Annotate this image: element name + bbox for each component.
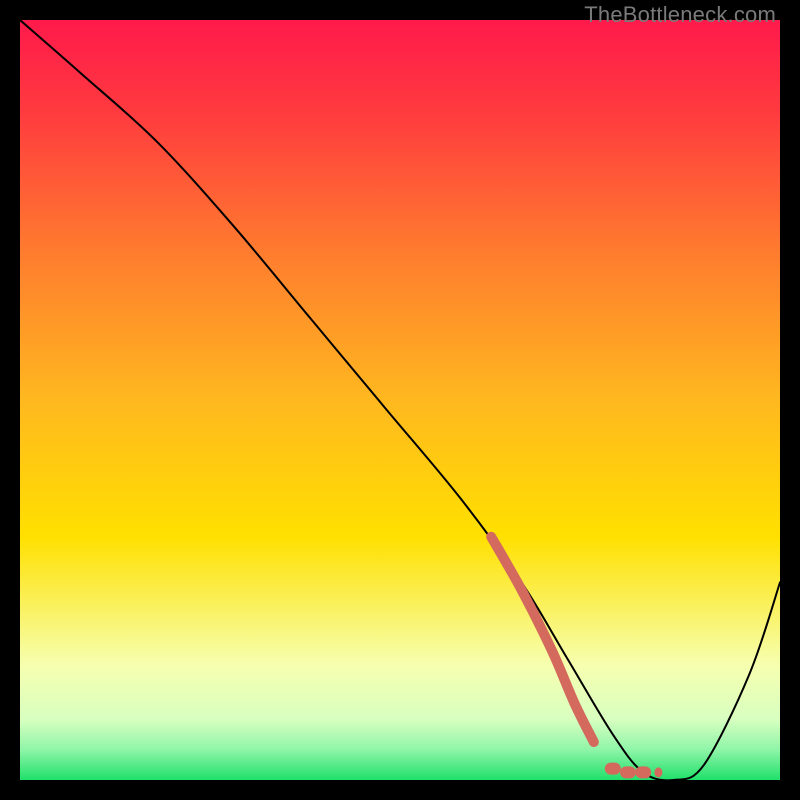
chart-svg — [20, 20, 780, 780]
watermark-text: TheBottleneck.com — [584, 2, 776, 28]
gradient-background — [20, 20, 780, 780]
chart-frame — [20, 20, 780, 780]
highlight-dot — [605, 763, 621, 775]
highlight-dot — [620, 766, 636, 778]
highlight-dot — [654, 767, 662, 777]
highlight-dot — [635, 766, 651, 778]
